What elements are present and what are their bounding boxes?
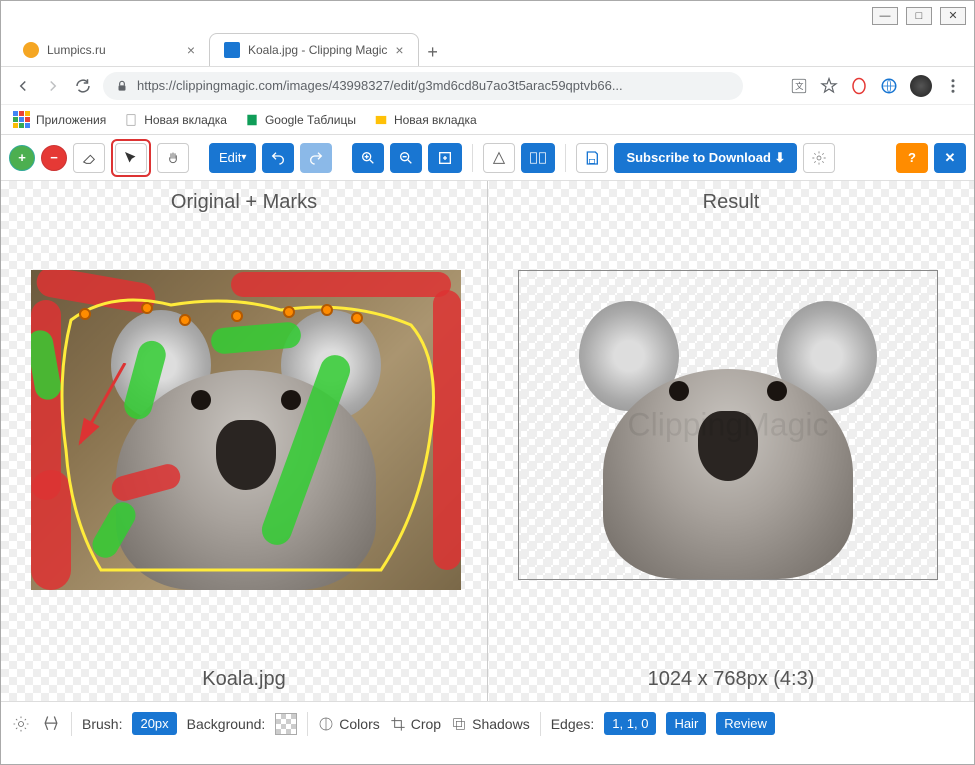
filename-label: Koala.jpg	[1, 668, 487, 691]
close-editor-button[interactable]: ✕	[934, 143, 966, 173]
page-icon	[124, 113, 138, 127]
globe-icon[interactable]	[880, 77, 898, 95]
url-text: https://clippingmagic.com/images/4399832…	[137, 78, 623, 93]
tab-title: Koala.jpg - Clipping Magic	[248, 43, 387, 57]
translate-icon[interactable]: 文	[790, 77, 808, 95]
apps-button[interactable]: Приложения	[13, 111, 106, 128]
browser-tab-clippingmagic[interactable]: Koala.jpg - Clipping Magic ×	[209, 33, 419, 66]
callout-arrow-icon	[65, 363, 145, 473]
crop-icon	[390, 716, 406, 732]
new-tab-button[interactable]: +	[419, 38, 447, 66]
background-label: Background:	[187, 716, 266, 732]
download-icon: ⬇	[775, 150, 786, 166]
save-button[interactable]	[576, 143, 608, 173]
keep-mark-tool[interactable]: +	[9, 145, 35, 171]
pan-tool[interactable]	[157, 143, 189, 173]
result-pane: Result ClippingMagic 1024 x 768px (4:3)	[488, 181, 974, 701]
subscribe-download-button[interactable]: Subscribe to Download ⬇	[614, 143, 797, 173]
settings-button[interactable]	[803, 143, 835, 173]
shadows-button[interactable]: Shadows	[451, 716, 530, 732]
colors-icon	[318, 716, 334, 732]
bg-toggle-button[interactable]	[483, 143, 515, 173]
redo-button[interactable]	[300, 143, 332, 173]
lock-icon	[115, 79, 129, 93]
original-pane: Original + Marks	[1, 181, 487, 701]
shadows-icon	[451, 716, 467, 732]
edges-value-button[interactable]: 1, 1, 0	[604, 712, 656, 735]
opera-icon[interactable]	[850, 77, 868, 95]
colors-button[interactable]: Colors	[318, 716, 379, 732]
brush-size-button[interactable]: 20px	[132, 712, 176, 735]
brush-label: Brush:	[82, 716, 122, 732]
auto-clip-button[interactable]	[41, 714, 61, 734]
window-maximize-button[interactable]: □	[906, 7, 932, 25]
background-swatch-button[interactable]	[275, 713, 297, 735]
bookmark-label: Новая вкладка	[144, 113, 227, 127]
zoom-in-button[interactable]	[352, 143, 384, 173]
bookmark-item[interactable]: Новая вкладка	[124, 113, 227, 127]
window-titlebar: — □ ✕	[1, 1, 974, 31]
dimensions-label: 1024 x 768px (4:3)	[488, 668, 974, 691]
fit-button[interactable]	[428, 143, 462, 173]
edges-label: Edges:	[551, 716, 595, 732]
undo-button[interactable]	[262, 143, 294, 173]
compare-toggle-button[interactable]	[521, 143, 555, 173]
address-bar: https://clippingmagic.com/images/4399832…	[1, 67, 974, 105]
url-input[interactable]: https://clippingmagic.com/images/4399832…	[103, 72, 743, 100]
back-button[interactable]	[13, 76, 33, 96]
result-canvas[interactable]: ClippingMagic	[488, 220, 974, 701]
menu-icon[interactable]	[944, 77, 962, 95]
eraser-tool[interactable]	[73, 143, 105, 173]
star-icon[interactable]	[820, 77, 838, 95]
window-minimize-button[interactable]: —	[872, 7, 898, 25]
sheets-icon	[245, 113, 259, 127]
tab-title: Lumpics.ru	[47, 43, 106, 57]
tab-close-icon[interactable]: ×	[187, 42, 195, 58]
svg-text:文: 文	[795, 81, 803, 91]
favicon-icon	[23, 42, 39, 58]
zoom-out-button[interactable]	[390, 143, 422, 173]
bookmarks-bar: Приложения Новая вкладка Google Таблицы …	[1, 105, 974, 135]
tab-close-icon[interactable]: ×	[395, 42, 403, 58]
bookmark-label: Приложения	[36, 113, 106, 127]
bookmark-label: Новая вкладка	[394, 113, 477, 127]
image-icon	[374, 113, 388, 127]
app-toolbar: + − Edit ▾ Subscribe to Download ⬇ ? ✕	[1, 135, 974, 181]
bookmark-item[interactable]: Новая вкладка	[374, 113, 477, 127]
help-button[interactable]: ?	[896, 143, 928, 173]
remove-mark-tool[interactable]: −	[41, 145, 67, 171]
crop-button[interactable]: Crop	[390, 716, 441, 732]
forward-button[interactable]	[43, 76, 63, 96]
browser-tab-lumpics[interactable]: Lumpics.ru ×	[9, 34, 209, 66]
pane-title: Original + Marks	[1, 181, 487, 220]
review-button[interactable]: Review	[716, 712, 775, 735]
pane-title: Result	[488, 181, 974, 220]
edit-dropdown[interactable]: Edit ▾	[209, 143, 256, 173]
scalpel-tool[interactable]	[115, 143, 147, 173]
window-close-button[interactable]: ✕	[940, 7, 966, 25]
browser-tabs: Lumpics.ru × Koala.jpg - Clipping Magic …	[1, 31, 974, 67]
apps-icon	[13, 111, 30, 128]
favicon-icon	[224, 42, 240, 58]
bookmark-label: Google Таблицы	[265, 113, 356, 127]
preferences-button[interactable]	[11, 714, 31, 734]
scalpel-tool-highlight	[111, 139, 151, 177]
bottom-toolbar: Brush: 20px Background: Colors Crop Shad…	[1, 701, 974, 745]
workspace: Original + Marks	[1, 181, 974, 701]
reload-button[interactable]	[73, 76, 93, 96]
hair-button[interactable]: Hair	[666, 712, 706, 735]
avatar-icon[interactable]	[910, 75, 932, 97]
bookmark-item[interactable]: Google Таблицы	[245, 113, 356, 127]
